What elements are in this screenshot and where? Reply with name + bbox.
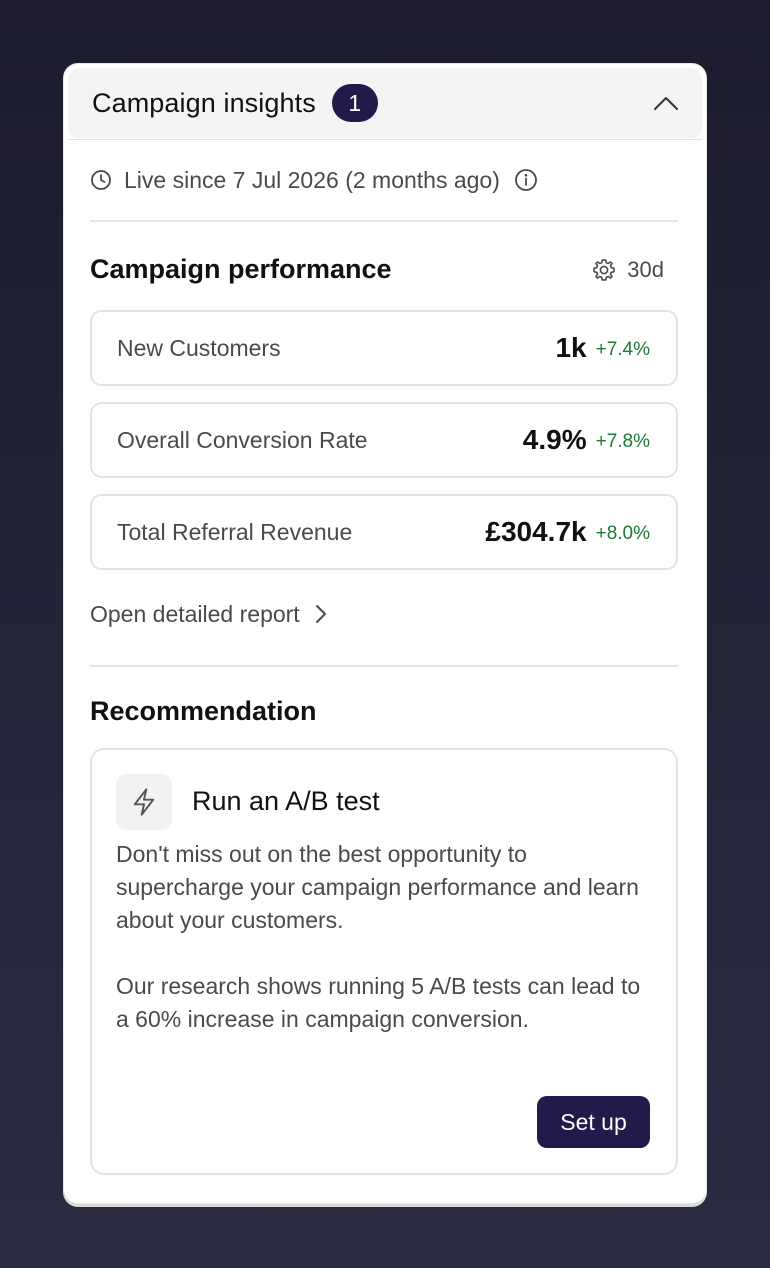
recommendation-text-2: Our research shows running 5 A/B tests c… [116, 973, 641, 1032]
clock-icon [90, 169, 112, 191]
insights-count-badge: 1 [331, 84, 378, 122]
open-detailed-report-link[interactable]: Open detailed report [90, 598, 328, 630]
campaign-insights-card: Campaign insights 1 Live since 7 Jul 202… [64, 64, 706, 1203]
section-divider [90, 665, 678, 667]
metric-value: 1k [555, 332, 587, 363]
gear-icon [591, 257, 617, 283]
live-since-text: Live since 7 Jul 2026 (2 months ago) [124, 166, 500, 193]
metric-change: +7.8% [595, 431, 650, 452]
recommendation-body: Don't miss out on the best opportunity t… [116, 838, 656, 1036]
recommendation-heading: Run an A/B test [192, 786, 380, 816]
metric-value: 4.9% [522, 424, 587, 455]
metric-change: +7.4% [595, 339, 650, 360]
metric-label: Total Referral Revenue [117, 518, 353, 545]
lightning-bolt-icon [116, 774, 172, 830]
section-divider [90, 220, 678, 222]
metric-new-customers: New Customers 1k +7.4% [90, 310, 678, 386]
report-link-label: Open detailed report [90, 600, 300, 627]
metric-referral-revenue: Total Referral Revenue £304.7k +8.0% [90, 494, 678, 570]
recommendation-card: Run an A/B test Don't miss out on the be… [90, 748, 678, 1175]
header-title: Campaign insights [92, 87, 316, 118]
campaign-insights-header[interactable]: Campaign insights 1 [68, 68, 702, 138]
metric-conversion-rate: Overall Conversion Rate 4.9% +7.8% [90, 402, 678, 478]
set-up-button[interactable]: Set up [537, 1096, 650, 1148]
chevron-up-icon[interactable] [652, 91, 680, 115]
period-label: 30d [627, 257, 664, 282]
metric-label: New Customers [117, 334, 281, 361]
metric-label: Overall Conversion Rate [117, 426, 368, 453]
period-selector[interactable]: 30d [591, 255, 664, 285]
recommendation-text-1: Don't miss out on the best opportunity t… [116, 841, 639, 933]
chevron-right-icon [314, 603, 328, 625]
metric-change: +8.0% [595, 523, 650, 544]
live-status-row: Live since 7 Jul 2026 (2 months ago) [90, 164, 538, 196]
metric-value: £304.7k [485, 516, 587, 547]
recommendation-title: Recommendation [90, 696, 317, 726]
campaign-performance-title: Campaign performance [90, 254, 392, 284]
info-icon[interactable] [514, 168, 538, 192]
header-divider [68, 139, 702, 140]
